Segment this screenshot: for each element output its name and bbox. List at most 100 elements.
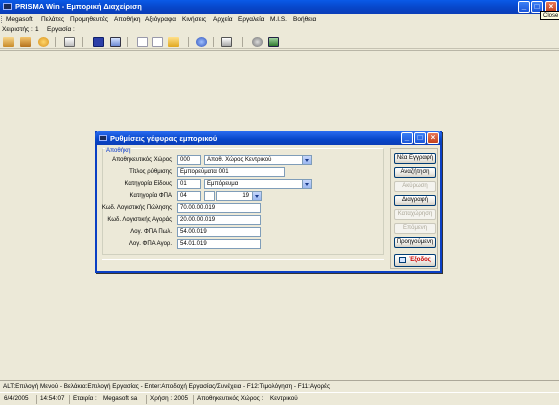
vat-sales-label: Λογ. ΦΠΑ Πωλ.	[130, 229, 172, 235]
dialog-title: Ρυθμίσεις γέφυρας εμπορικού	[110, 134, 218, 143]
menu-warehouse[interactable]: Αποθήκη	[114, 16, 140, 23]
globe-icon[interactable]	[38, 37, 49, 47]
menu-transactions[interactable]: Κινήσεις	[182, 16, 206, 23]
folder-icon[interactable]	[168, 37, 179, 47]
warehouse-label: Αποθηκευτικός Χώρος	[112, 157, 172, 163]
menu-suppliers[interactable]: Προμηθευτές	[70, 16, 108, 23]
vat-purch-label: Λογ. ΦΠΑ Αγορ.	[128, 241, 172, 247]
status-company-value: Megasoft sa	[103, 395, 138, 402]
warehouse-code-field[interactable]: 000	[177, 155, 201, 165]
delete-button[interactable]: Διαγραφή	[394, 195, 436, 206]
status-separator	[69, 395, 70, 404]
toolbar-separator	[213, 37, 214, 47]
setting-title-field[interactable]: Εμπορεύματα 001	[177, 167, 285, 177]
menu-customers[interactable]: Πελάτες	[41, 16, 64, 23]
new-record-button[interactable]: Νέα Εγγραφή	[394, 153, 436, 164]
menu-mis[interactable]: M.I.S.	[270, 16, 287, 23]
image-icon[interactable]	[110, 37, 121, 47]
previous-button[interactable]: Προηγούμενη	[394, 237, 436, 248]
operator-value: 1	[35, 26, 39, 33]
status-separator	[146, 395, 147, 404]
status-warehouse-label: Αποθηκευτικός Χώρος :	[197, 395, 264, 402]
vat-rate-value: 19	[242, 193, 249, 199]
acc-sales-field[interactable]: 70.00.00.019	[177, 203, 261, 213]
vat-sales-field[interactable]: 54.00.019	[177, 227, 261, 237]
item-category-code-field[interactable]: 01	[177, 179, 201, 189]
dialog-close-button[interactable]: ×	[427, 132, 439, 144]
people-icon[interactable]	[3, 37, 14, 47]
vat-code-field[interactable]: 04	[177, 191, 201, 201]
bridge-settings-dialog: Ρυθμίσεις γέφυρας εμπορικού _ □ × Αποθήκ…	[95, 131, 442, 273]
menu-files[interactable]: Αρχεία	[213, 16, 233, 23]
item-category-value: Εμπόρευμα	[207, 181, 239, 187]
app-logo-icon	[3, 3, 12, 10]
toolbar-separator	[242, 37, 243, 47]
operator-line: Χειριστής : 1 Εργασία :	[0, 25, 559, 35]
exit-door-icon	[399, 257, 406, 263]
window-title: PRISMA Win - Εμπορική Διαχείριση	[15, 2, 142, 11]
dialog-logo-icon	[99, 135, 107, 141]
status-year-value: 2005	[174, 395, 189, 402]
toolbar-separator	[127, 37, 128, 47]
action-buttons-panel: Νέα Εγγραφή Αναζήτηση Ακύρωση Διαγραφή Κ…	[390, 148, 438, 269]
dialog-divider	[102, 259, 384, 260]
acc-sales-label: Κωδ. Λογιστικής Πώλησης	[101, 205, 172, 211]
dialog-minimize-button[interactable]: _	[401, 132, 413, 144]
save-button[interactable]: Καταχώρηση	[394, 209, 436, 220]
toolbar-separator	[55, 37, 56, 47]
search-icon[interactable]	[196, 37, 207, 47]
menu-securities[interactable]: Αξιόγραφα	[145, 16, 176, 23]
search-button[interactable]: Αναζήτηση	[394, 167, 436, 178]
status-date: 6/4/2005	[4, 395, 29, 402]
task-label: Εργασία :	[47, 26, 75, 33]
group-label: Αποθήκη	[105, 148, 132, 154]
toolbar-separator	[82, 37, 83, 47]
printer-icon[interactable]	[221, 37, 232, 47]
acc-purch-field[interactable]: 20.00.00.019	[177, 215, 261, 225]
status-separator	[36, 395, 37, 404]
menu-help[interactable]: Βοήθεια	[293, 16, 316, 23]
status-warehouse-value: Κεντρικού	[270, 395, 298, 402]
keyboard-hints-bar: ALT:Επιλογή Μενού - Βελάκια:Επιλογή Εργα…	[0, 380, 559, 392]
acc-purch-label: Κωδ. Λογιστικής Αγοράς	[107, 217, 172, 223]
vat-purch-field[interactable]: 54.01.019	[177, 239, 261, 249]
vat-category-label: Κατηγορία ΦΠΑ	[129, 193, 172, 199]
menu-grip-icon	[1, 16, 3, 23]
item-category-label: Κατηγορία Είδους	[124, 181, 172, 187]
chevron-down-icon[interactable]	[302, 180, 311, 188]
exit-icon[interactable]	[268, 37, 279, 47]
setting-title-label: Τίτλος ρύθμισης	[129, 169, 172, 175]
exit-button[interactable]: Έξοδος	[394, 254, 436, 267]
toolbar	[0, 35, 559, 49]
vat-blank-field[interactable]	[204, 191, 215, 201]
keyboard-hints: ALT:Επιλογή Μενού - Βελάκια:Επιλογή Εργα…	[3, 383, 331, 390]
cancel-button[interactable]: Ακύρωση	[394, 181, 436, 192]
chevron-down-icon[interactable]	[252, 192, 261, 200]
menu-megasoft[interactable]: Megasoft	[6, 16, 33, 23]
close-tooltip: Close	[540, 11, 559, 20]
warehouse-name-combo[interactable]: Αποθ. Χώρος Κεντρικού	[204, 155, 312, 165]
menu-tools[interactable]: Εργαλεία	[238, 16, 264, 23]
item-category-combo[interactable]: Εμπόρευμα	[204, 179, 312, 189]
settings-icon[interactable]	[252, 37, 263, 47]
copy-icon[interactable]	[152, 37, 163, 47]
binoculars-icon[interactable]	[20, 37, 31, 47]
warehouse-group: Αποθήκη Αποθηκευτικός Χώρος 000 Αποθ. Χώ…	[102, 148, 384, 255]
status-time: 14:54:07	[40, 395, 65, 402]
dialog-maximize-button[interactable]: □	[414, 132, 426, 144]
save-icon[interactable]	[93, 37, 104, 47]
menu-bar: Megasoft Πελάτες Προμηθευτές Αποθήκη Αξι…	[0, 14, 559, 25]
operator-label: Χειριστής :	[2, 26, 33, 33]
minimize-button[interactable]: _	[518, 1, 530, 13]
status-year-label: Χρήση :	[150, 395, 173, 402]
toolbar-separator	[188, 37, 189, 47]
next-button[interactable]: Επόμενη	[394, 223, 436, 234]
main-titlebar: PRISMA Win - Εμπορική Διαχείριση _ □ ×	[0, 0, 559, 14]
status-company-label: Εταιρία :	[73, 395, 97, 402]
document-icon[interactable]	[137, 37, 148, 47]
keyboard-icon[interactable]	[64, 37, 75, 47]
dialog-titlebar: Ρυθμίσεις γέφυρας εμπορικού _ □ ×	[95, 131, 442, 145]
vat-rate-combo[interactable]: 19	[216, 191, 262, 201]
exit-button-label: Έξοδος	[409, 257, 431, 263]
chevron-down-icon[interactable]	[302, 156, 311, 164]
